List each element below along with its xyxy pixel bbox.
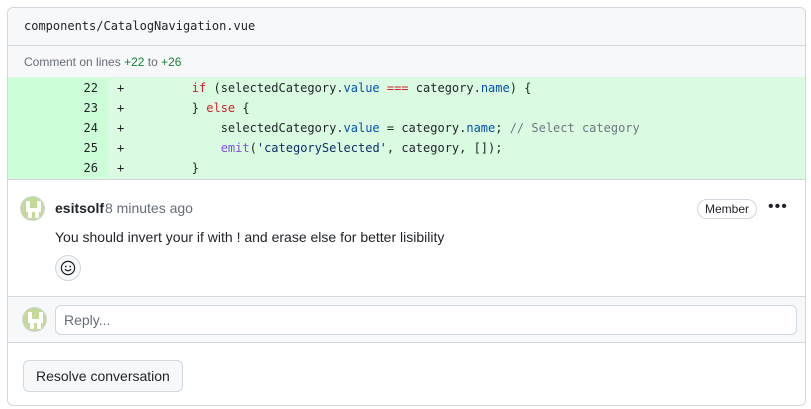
reply-area xyxy=(8,296,805,343)
diff-line: 22 + if (selectedCategory.value === cate… xyxy=(8,78,805,98)
code-line: selectedCategory.value = category.name; … xyxy=(134,121,640,135)
code-line: } else { xyxy=(134,101,250,115)
review-thread: components/CatalogNavigation.vue Comment… xyxy=(7,7,806,406)
file-header: components/CatalogNavigation.vue xyxy=(8,8,805,46)
code-line: } xyxy=(134,161,200,175)
current-user-avatar xyxy=(22,307,47,332)
smiley-icon xyxy=(60,260,76,276)
diff-line: 25 + emit('categorySelected', category, … xyxy=(8,138,805,158)
diff-sign: + xyxy=(117,121,125,135)
line-number: 23 xyxy=(83,101,98,115)
line-number: 26 xyxy=(83,161,98,175)
add-reaction-button[interactable] xyxy=(55,255,81,281)
line-end: +26 xyxy=(161,55,182,69)
diff-line: 26 + } xyxy=(8,158,805,178)
lines-info-to: to xyxy=(147,55,158,69)
kebab-horizontal-icon[interactable]: ••• xyxy=(768,199,787,216)
line-number: 22 xyxy=(83,81,98,95)
comment-author[interactable]: esitsolf xyxy=(55,200,104,216)
line-number: 24 xyxy=(83,121,98,135)
review-comment: esitsolf 8 minutes ago Member ••• You sh… xyxy=(8,180,805,296)
diff-sign: + xyxy=(117,101,125,115)
avatar[interactable] xyxy=(20,196,45,221)
identicon-icon xyxy=(21,197,44,220)
resolve-conversation-button[interactable]: Resolve conversation xyxy=(23,360,183,392)
line-start: +22 xyxy=(124,55,145,69)
comment-lines-info: Comment on lines +22 to +26 xyxy=(8,46,805,77)
diff-sign: + xyxy=(117,141,125,155)
code-line: if (selectedCategory.value === category.… xyxy=(191,81,532,95)
identicon-icon xyxy=(23,308,46,331)
diff-snippet: 22 + if (selectedCategory.value === cate… xyxy=(8,77,805,179)
comment-timestamp[interactable]: 8 minutes ago xyxy=(105,200,193,216)
reply-input[interactable] xyxy=(55,305,797,335)
diff-sign: + xyxy=(117,81,125,95)
code-line: emit('categorySelected', category, []); xyxy=(220,141,503,155)
diff-sign: + xyxy=(117,161,125,175)
author-role-badge: Member xyxy=(697,199,758,219)
comment-body: You should invert your if with ! and era… xyxy=(55,229,445,245)
line-number: 25 xyxy=(83,141,98,155)
diff-line: 23 + } else { xyxy=(8,98,805,118)
lines-info-prefix: Comment on lines xyxy=(24,55,121,69)
file-path-link[interactable]: components/CatalogNavigation.vue xyxy=(24,19,255,33)
diff-line: 24 + selectedCategory.value = category.n… xyxy=(8,118,805,138)
